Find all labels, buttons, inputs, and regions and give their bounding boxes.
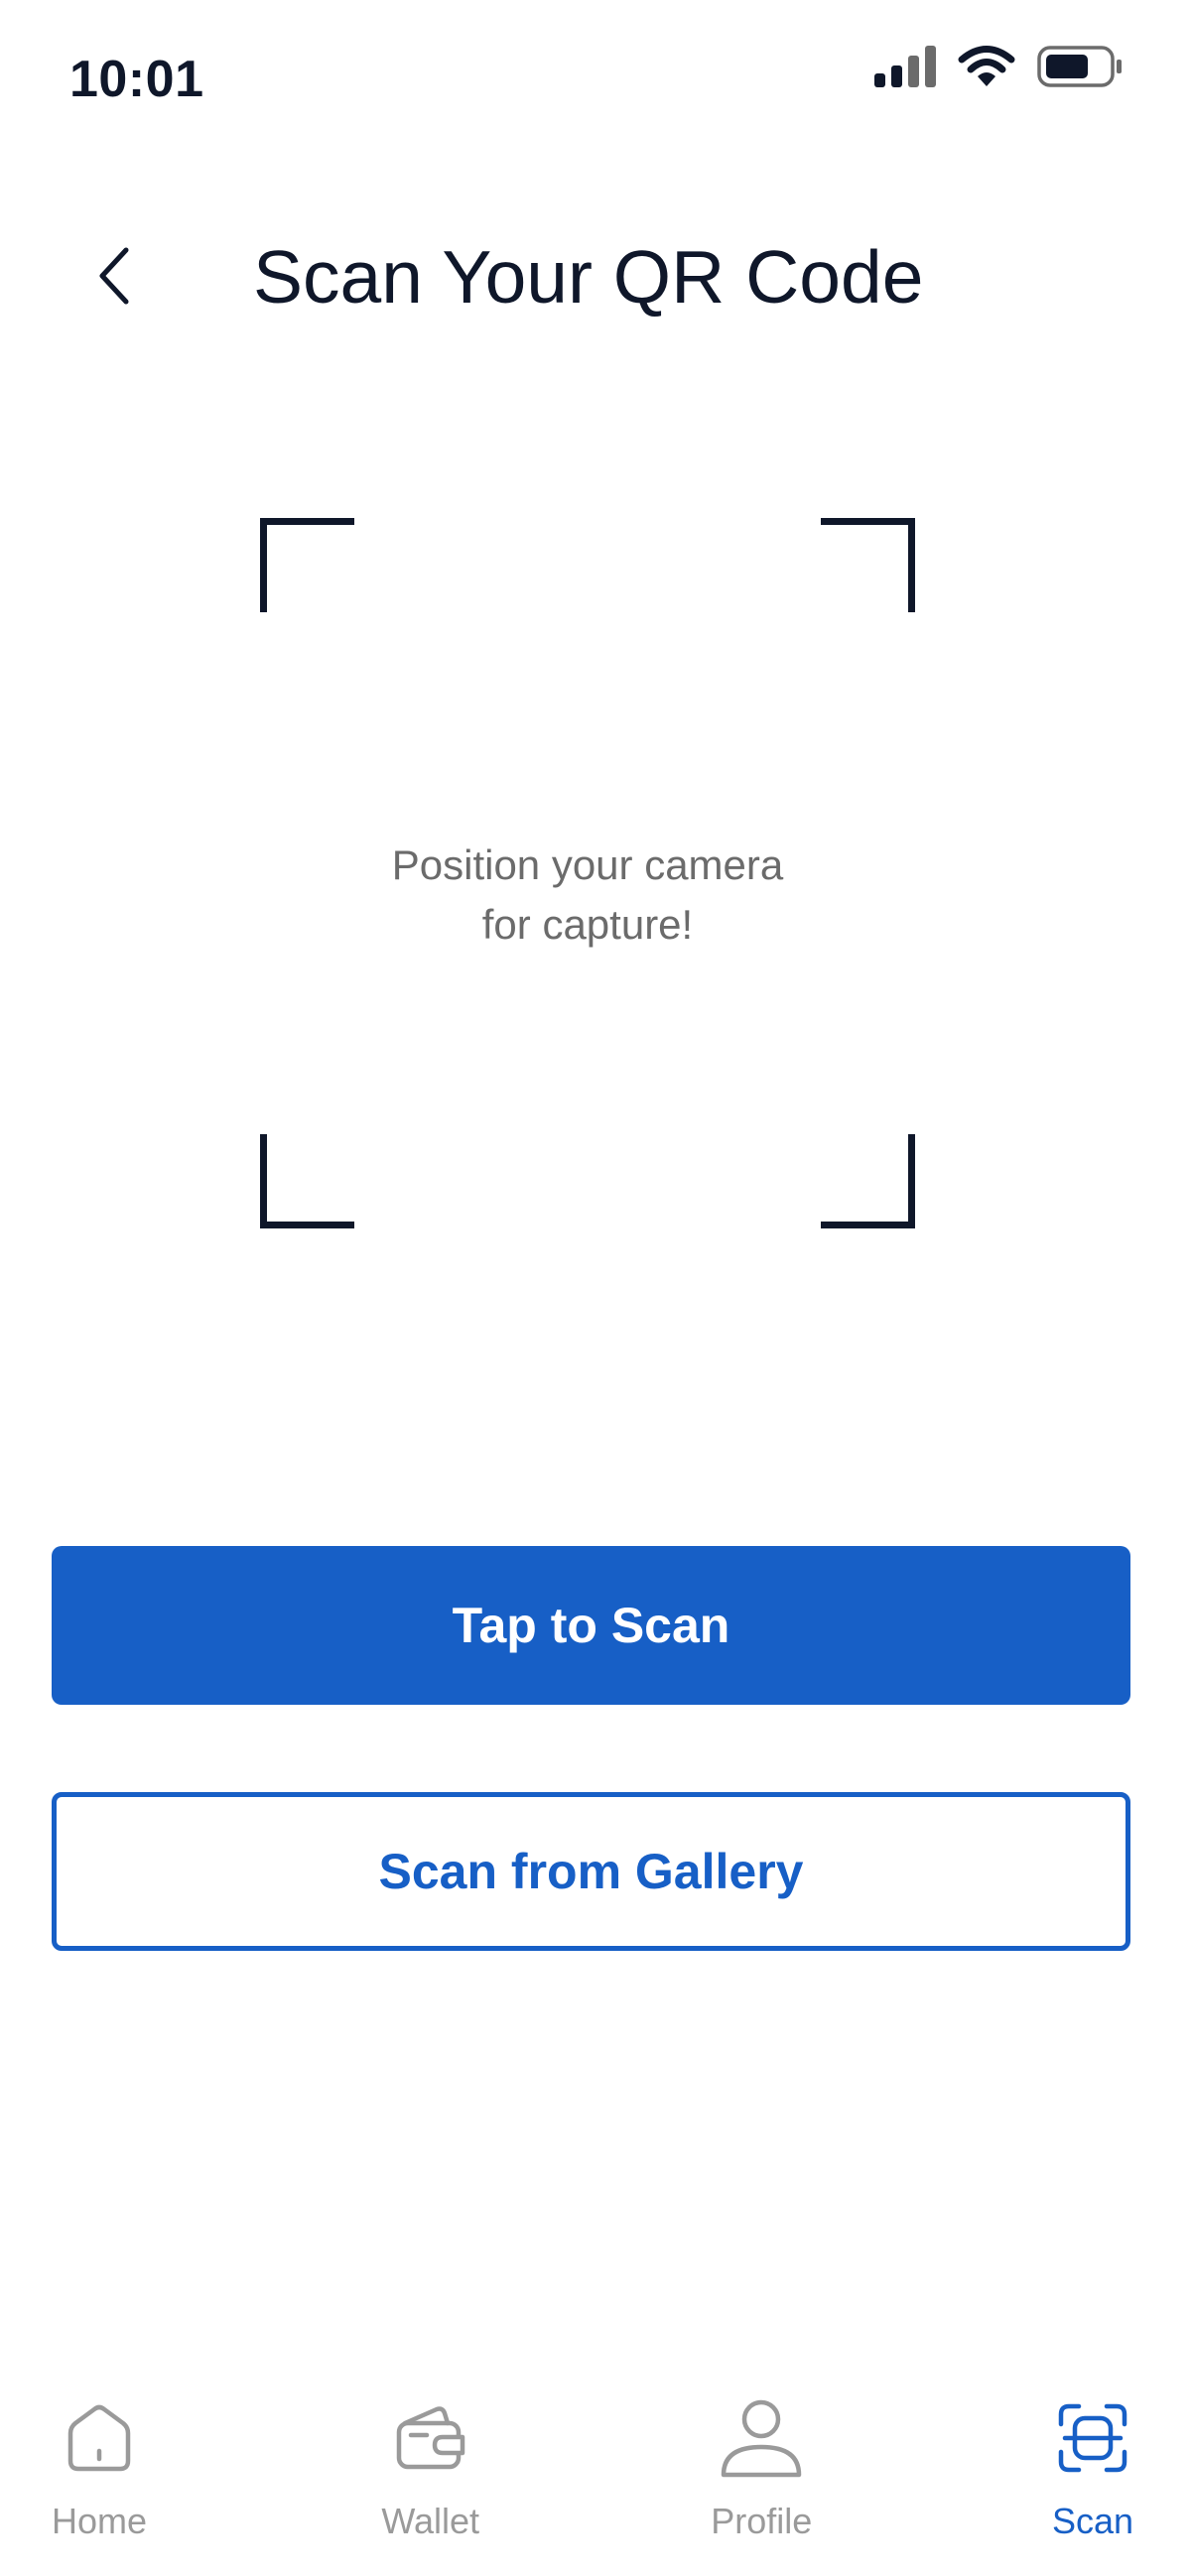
nav-label-profile: Profile <box>711 2501 813 2541</box>
nav-label-home: Home <box>51 2501 148 2541</box>
wifi-icon <box>958 45 1015 93</box>
scan-from-gallery-button[interactable]: Scan from Gallery <box>52 1792 1130 1951</box>
scanner-corner-top-right <box>821 518 915 612</box>
nav-label-scan: Scan <box>1051 2501 1133 2541</box>
profile-icon <box>717 2393 806 2483</box>
page-title: Scan Your QR Code <box>253 235 924 319</box>
status-icons <box>874 45 1123 93</box>
status-time: 10:01 <box>69 51 204 108</box>
cellular-signal-icon <box>874 46 936 92</box>
battery-icon <box>1037 46 1123 92</box>
scan-icon <box>1048 2393 1137 2483</box>
chevron-left-icon <box>94 244 134 313</box>
nav-item-scan[interactable]: Scan <box>1018 2382 1167 2576</box>
bottom-nav: Home Wallet Profile Scan <box>0 2382 1192 2576</box>
tap-to-scan-button[interactable]: Tap to Scan <box>52 1546 1130 1705</box>
scanner-frame: Position your camera for capture! <box>260 518 915 1228</box>
scanner-corner-bottom-right <box>821 1134 915 1228</box>
nav-item-home[interactable]: Home <box>25 2382 174 2576</box>
home-icon <box>55 2393 144 2483</box>
nav-item-profile[interactable]: Profile <box>687 2382 836 2576</box>
nav-item-wallet[interactable]: Wallet <box>356 2382 505 2576</box>
scanner-hint: Position your camera for capture! <box>391 841 784 948</box>
scanner-corner-bottom-left <box>260 1134 354 1228</box>
nav-label-wallet: Wallet <box>381 2501 479 2541</box>
wallet-icon <box>386 2393 475 2483</box>
back-button[interactable] <box>79 233 149 322</box>
scanner-corner-top-left <box>260 518 354 612</box>
